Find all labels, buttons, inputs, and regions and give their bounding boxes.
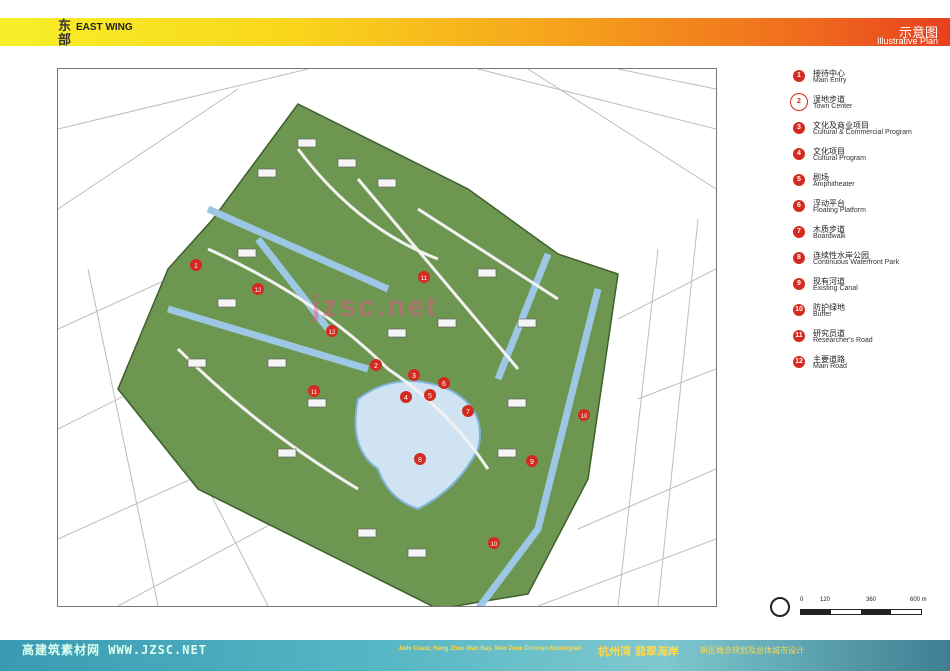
svg-text:8: 8 (418, 457, 422, 464)
east-wing-cn: 东部 (58, 19, 72, 48)
legend-number: 12 (793, 356, 805, 368)
legend-item: 3 文化及商业项目 Cultural & Commercial Program (793, 120, 943, 146)
legend-number: 8 (793, 252, 805, 264)
legend-label-en: Buffer (813, 311, 832, 318)
legend-label-en: Floating Platform (813, 207, 866, 214)
project-name-cn: 杭州湾 翡翠海岸 (598, 645, 679, 658)
legend-item: 8 连续性水岸公园 Continuous Waterfront Park (793, 250, 943, 276)
site-plan-map: 1 2 3 4 5 6 7 8 9 10 10 11 11 12 12 (57, 68, 717, 607)
svg-text:3: 3 (412, 373, 416, 380)
header-bar (0, 18, 950, 46)
svg-text:11: 11 (421, 276, 428, 282)
svg-text:2: 2 (374, 363, 378, 370)
legend-item: 7 木质步道 Boardwalk (793, 224, 943, 250)
project-name-en: Jade Coast, Hang Zhou Wan Bay, New Zone … (398, 646, 582, 652)
legend-item: 2 湿地步道 Town Center (790, 93, 943, 120)
legend-number: 4 (793, 148, 805, 160)
svg-text:5: 5 (428, 393, 432, 400)
legend-number: 7 (793, 226, 805, 238)
svg-text:6: 6 (442, 381, 446, 388)
scale-label: 360 (866, 597, 877, 603)
svg-text:10: 10 (581, 414, 588, 420)
legend-number: 6 (793, 200, 805, 212)
svg-text:11: 11 (311, 390, 318, 396)
legend-number: 5 (793, 174, 805, 186)
legend-number: 1 (793, 70, 805, 82)
plan-title-en: Illustrative Plan (876, 36, 938, 46)
svg-text:9: 9 (530, 459, 534, 466)
legend-number: 10 (793, 304, 805, 316)
site-plan-drawing: 1 2 3 4 5 6 7 8 9 10 10 11 11 12 12 (58, 69, 716, 606)
legend-label-en: Main Entry (813, 77, 847, 84)
legend-item: 12 主要道路 Main Road (793, 354, 943, 380)
legend-number: 9 (793, 278, 805, 290)
scale-bar: 0 120 360 600 m (770, 597, 940, 621)
legend-label-en: Existing Canal (813, 285, 858, 292)
legend-label-en: Researcher's Road (813, 337, 873, 344)
legend-item: 9 现有河道 Existing Canal (793, 276, 943, 302)
svg-text:12: 12 (329, 330, 336, 336)
scale-label: 120 (820, 597, 831, 603)
legend-item: 11 研究员道 Researcher's Road (793, 328, 943, 354)
east-wing-en: EAST WING (76, 22, 133, 33)
svg-text:12: 12 (255, 288, 262, 294)
north-arrow-icon (770, 597, 790, 617)
legend-item: 1 接待中心 Main Entry (793, 68, 943, 94)
legend-item: 6 浮动平台 Floating Platform (793, 198, 943, 224)
legend-label-en: Cultural Program (813, 155, 866, 162)
legend: 1 接待中心 Main Entry 2 湿地步道 Town Center 3 文化及商业项… (790, 68, 943, 380)
svg-text:10: 10 (491, 542, 498, 548)
scale-label: 0 (800, 597, 804, 603)
legend-number: 2 (790, 93, 808, 111)
legend-number: 11 (793, 330, 805, 342)
svg-text:4: 4 (404, 395, 408, 402)
legend-label-en: Cultural & Commercial Program (813, 129, 912, 136)
legend-label-en: Town Center (813, 103, 853, 110)
footer-watermark: 高建筑素材网 WWW.JZSC.NET (22, 643, 207, 657)
svg-text:7: 7 (466, 409, 470, 416)
legend-item: 4 文化项目 Cultural Program (793, 146, 943, 172)
legend-item: 5 剧场 Amphitheater (793, 172, 943, 198)
legend-item: 10 防护绿地 Buffer (793, 302, 943, 328)
legend-label-en: Main Road (813, 363, 847, 370)
legend-label-en: Amphitheater (813, 181, 855, 188)
legend-label-en: Continuous Waterfront Park (813, 259, 900, 266)
project-subtitle: 新区概念规划及总体城市设计 (700, 646, 804, 655)
scale-bar-graphic (800, 609, 922, 615)
svg-text:1: 1 (194, 263, 198, 270)
legend-label-en: Boardwalk (813, 233, 846, 240)
legend-number: 3 (793, 122, 805, 134)
scale-label: 600 m (910, 597, 927, 603)
map-watermark: jzsc.net (312, 290, 439, 323)
